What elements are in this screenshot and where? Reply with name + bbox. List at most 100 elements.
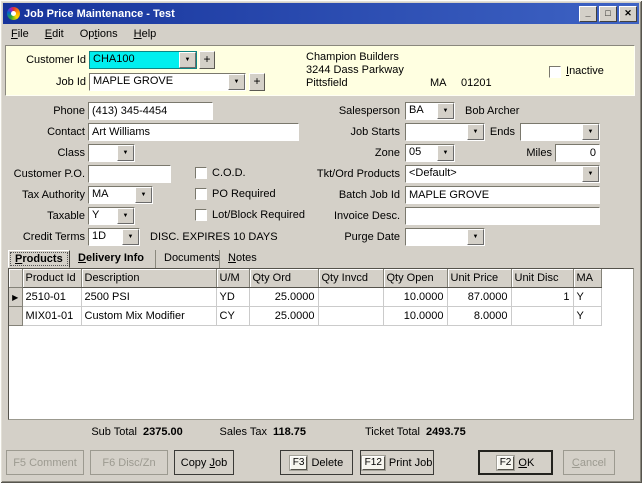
job-id-value: MAPLE GROVE <box>90 74 228 90</box>
f2-keycap-icon: F2 <box>497 456 515 470</box>
address-zip: 01201 <box>461 77 511 89</box>
sales-tax-label: Sales Tax <box>195 426 267 438</box>
ends-combo[interactable]: ▼ <box>520 123 600 141</box>
chevron-down-icon[interactable]: ▼ <box>437 145 454 161</box>
col-ma: MA <box>573 269 601 288</box>
current-row-marker-icon: ▶ <box>12 293 18 302</box>
zone-label: Zone <box>285 147 400 159</box>
col-unit-price: Unit Price <box>447 269 511 288</box>
print-job-button[interactable]: F12Print Job <box>360 450 434 475</box>
close-button[interactable]: ✕ <box>619 6 637 22</box>
tax-authority-combo[interactable]: MA ▼ <box>88 186 153 204</box>
ticket-total-value: 2493.75 <box>426 426 466 438</box>
job-starts-label: Job Starts <box>285 126 400 138</box>
ends-label: Ends <box>455 126 515 138</box>
class-combo[interactable]: ▼ <box>88 144 135 162</box>
miles-label: Miles <box>460 147 552 159</box>
credit-terms-combo[interactable]: 1D ▼ <box>88 228 140 246</box>
purge-date-combo[interactable]: ▼ <box>405 228 485 246</box>
window-title: Job Price Maintenance - Test <box>24 8 577 20</box>
col-qty-open: Qty Open <box>383 269 447 288</box>
f12-keycap-icon: F12 <box>362 456 385 470</box>
salesperson-combo[interactable]: BA ▼ <box>405 102 455 120</box>
customer-header-panel: Customer Id CHA100 ▼ + Job Id MAPLE GROV… <box>5 45 635 96</box>
chevron-down-icon[interactable]: ▼ <box>122 229 139 245</box>
chevron-down-icon[interactable]: ▼ <box>582 124 599 140</box>
chevron-down-icon[interactable]: ▼ <box>582 166 599 182</box>
minimize-button[interactable]: _ <box>579 6 597 22</box>
invoice-desc-field[interactable] <box>405 207 600 225</box>
chevron-down-icon[interactable]: ▼ <box>228 74 245 90</box>
salesperson-name: Bob Archer <box>465 105 585 117</box>
table-row[interactable]: MIX01-01 Custom Mix Modifier CY 25.0000 … <box>9 307 601 326</box>
inactive-label: Inactive <box>566 65 636 77</box>
customer-add-button[interactable]: + <box>199 51 215 69</box>
chevron-down-icon[interactable]: ▼ <box>117 145 134 161</box>
taxable-combo[interactable]: Y ▼ <box>88 207 135 225</box>
tab-documents[interactable]: Documents <box>158 250 220 268</box>
chevron-down-icon[interactable]: ▼ <box>437 103 454 119</box>
tab-delivery-info[interactable]: Delivery Info <box>72 250 156 268</box>
f3-keycap-icon: F3 <box>290 456 308 470</box>
delete-button[interactable]: F3Delete <box>280 450 353 475</box>
sub-total-label: Sub Total <box>55 426 137 438</box>
address-state: MA <box>430 77 460 89</box>
customer-po-label: Customer P.O. <box>0 168 85 180</box>
f6-disc-zn-button: F6 Disc/Zn <box>90 450 168 475</box>
credit-terms-label: Credit Terms <box>0 231 85 243</box>
title-bar: Job Price Maintenance - Test _ □ ✕ <box>3 3 639 24</box>
row-selector[interactable]: ▶ <box>9 288 22 307</box>
miles-field[interactable] <box>555 144 600 162</box>
customer-id-label: Customer Id <box>6 54 86 66</box>
po-required-checkbox[interactable] <box>195 188 207 200</box>
phone-field[interactable] <box>88 102 213 120</box>
sales-tax-value: 118.75 <box>273 426 306 438</box>
job-id-combo[interactable]: MAPLE GROVE ▼ <box>89 73 246 91</box>
tkt-ord-products-combo[interactable]: <Default> ▼ <box>405 165 600 183</box>
row-selector[interactable] <box>9 307 22 326</box>
tax-authority-label: Tax Authority <box>0 189 85 201</box>
ticket-total-label: Ticket Total <box>330 426 420 438</box>
menu-options[interactable]: Options <box>72 26 126 42</box>
zone-combo[interactable]: 05 ▼ <box>405 144 455 162</box>
tab-products[interactable]: Products <box>8 250 70 268</box>
menu-edit[interactable]: Edit <box>37 26 72 42</box>
inactive-checkbox[interactable] <box>549 66 561 78</box>
taxable-label: Taxable <box>0 210 85 222</box>
customer-id-value: CHA100 <box>90 52 179 68</box>
copy-job-button[interactable]: Copy Job <box>174 450 234 475</box>
customer-po-field[interactable] <box>88 165 171 183</box>
menu-file[interactable]: File <box>3 26 37 42</box>
app-icon[interactable] <box>7 7 20 20</box>
class-label: Class <box>0 147 85 159</box>
chevron-down-icon[interactable]: ▼ <box>179 52 196 68</box>
customer-id-combo[interactable]: CHA100 ▼ <box>89 51 197 69</box>
menu-help[interactable]: Help <box>126 26 165 42</box>
batch-job-id-label: Batch Job Id <box>285 189 400 201</box>
cod-checkbox[interactable] <box>195 167 207 179</box>
ok-button[interactable]: F2OK <box>478 450 553 475</box>
job-price-maintenance-window: Job Price Maintenance - Test _ □ ✕ File … <box>0 0 642 483</box>
phone-label: Phone <box>0 105 85 117</box>
chevron-down-icon[interactable]: ▼ <box>135 187 152 203</box>
col-qty-invcd: Qty Invcd <box>318 269 383 288</box>
lot-block-checkbox[interactable] <box>195 209 207 221</box>
address-city: Pittsfield <box>306 77 426 89</box>
contact-field[interactable] <box>88 123 299 141</box>
job-add-button[interactable]: + <box>249 73 265 91</box>
col-description: Description <box>81 269 216 288</box>
grid-header-row: Product Id Description U/M Qty Ord Qty I… <box>9 269 601 288</box>
purge-date-label: Purge Date <box>285 231 400 243</box>
col-product-id: Product Id <box>22 269 81 288</box>
sub-total-value: 2375.00 <box>143 426 183 438</box>
table-row[interactable]: ▶ 2510-01 2500 PSI YD 25.0000 10.0000 87… <box>9 288 601 307</box>
chevron-down-icon[interactable]: ▼ <box>117 208 134 224</box>
products-grid: Product Id Description U/M Qty Ord Qty I… <box>8 268 634 420</box>
chevron-down-icon[interactable]: ▼ <box>467 229 484 245</box>
tab-notes[interactable]: Notes <box>222 250 264 268</box>
address-name: Champion Builders <box>306 51 506 63</box>
address-street: 3244 Dass Parkway <box>306 64 506 76</box>
maximize-button[interactable]: □ <box>599 6 617 22</box>
batch-job-id-field[interactable] <box>405 186 600 204</box>
selector-header <box>9 269 22 288</box>
